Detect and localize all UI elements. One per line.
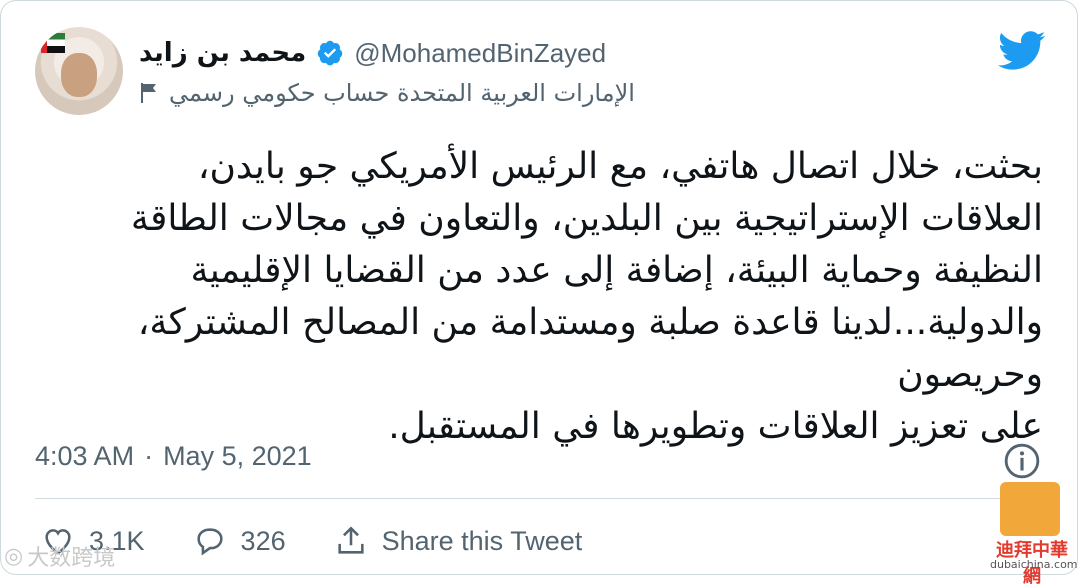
government-label-row: الإمارات العربية المتحدة حساب حكومي رسمي xyxy=(139,73,635,113)
info-icon[interactable] xyxy=(1003,442,1041,480)
tweet-date: May 5, 2021 xyxy=(163,441,312,471)
uae-flag-icon xyxy=(41,33,65,53)
action-bar: 3.1K 326 Share this Tweet xyxy=(41,519,630,563)
reply-button[interactable]: 326 xyxy=(193,524,286,558)
tweet-text: بحثت، خلال اتصال هاتفي، مع الرئيس الأمري… xyxy=(130,146,1043,447)
flag-icon xyxy=(141,83,156,103)
author-row: محمد بن زايد @MohamedBinZayed xyxy=(139,31,606,75)
dubaichina-logo-icon xyxy=(1000,482,1060,536)
display-name[interactable]: محمد بن زايد xyxy=(139,38,306,68)
twitter-bird-icon[interactable] xyxy=(997,31,1047,71)
share-button[interactable]: Share this Tweet xyxy=(334,524,583,558)
tweet-card: محمد بن زايد @MohamedBinZayed الإمارات ا… xyxy=(0,0,1078,575)
meta-separator: · xyxy=(144,441,154,471)
avatar[interactable] xyxy=(35,27,123,115)
reply-bubble-icon xyxy=(196,528,223,556)
watermark-left-logo-icon: ◎ xyxy=(4,543,24,569)
watermark-left: ◎ 大数跨境 xyxy=(4,540,115,572)
share-label: Share this Tweet xyxy=(381,525,583,556)
watermark-left-text: 大数跨境 xyxy=(27,546,116,571)
tweet-time: 4:03 AM xyxy=(35,441,135,471)
share-icon xyxy=(338,526,364,554)
reply-count: 326 xyxy=(240,525,286,556)
handle[interactable]: @MohamedBinZayed xyxy=(354,38,606,69)
watermark-right-url: dubaichina.com xyxy=(990,558,1078,571)
divider xyxy=(35,498,1043,499)
tweet-timestamp[interactable]: 4:03 AM · May 5, 2021 xyxy=(35,441,312,472)
watermark-right: 迪拜中華網 dubaichina.com xyxy=(990,478,1078,587)
government-label: الإمارات العربية المتحدة حساب حكومي رسمي xyxy=(169,79,635,107)
verified-badge-icon xyxy=(317,40,343,66)
